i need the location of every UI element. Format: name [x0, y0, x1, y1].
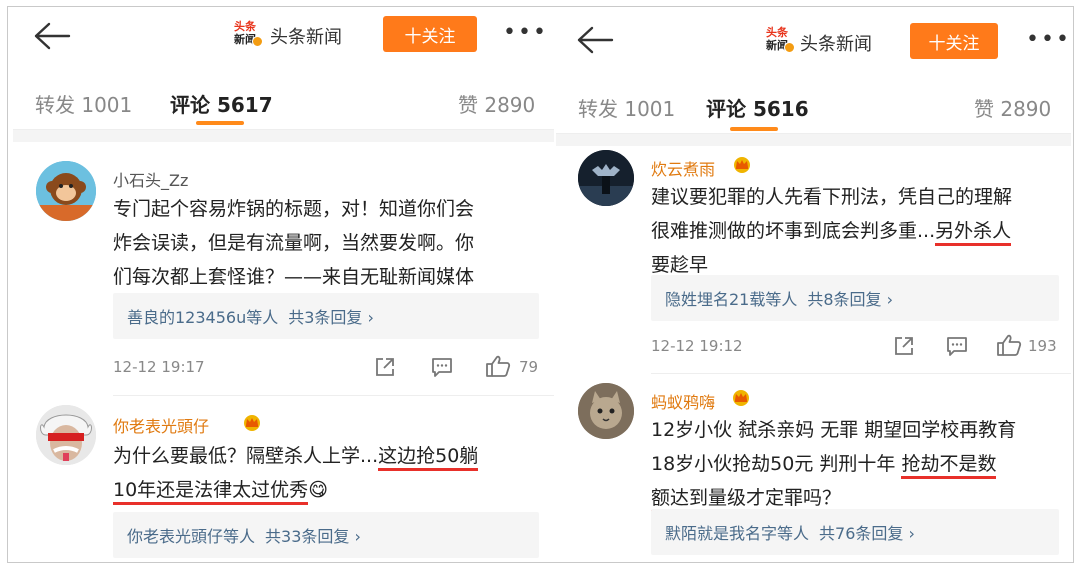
tab-likes[interactable]: 赞 2890 [458, 89, 535, 118]
avatar[interactable] [36, 405, 96, 465]
more-options-icon[interactable]: ••• [503, 20, 548, 45]
reply-users: 善良的123456u等人 [127, 308, 279, 327]
tab-comments[interactable]: 评论 5616 [706, 93, 809, 122]
screenshot-frame: 头条 新闻 头条新闻 十关注 ••• 转发 1001 评论 5617 赞 289… [7, 6, 1074, 563]
section-divider [556, 134, 1071, 146]
avatar[interactable] [578, 150, 634, 206]
highlighted-text: 这边抢50躺 [378, 445, 479, 471]
like-icon[interactable] [996, 333, 1022, 357]
tab-likes[interactable]: 赞 2890 [974, 93, 1051, 122]
avatar[interactable] [578, 383, 634, 439]
comment-time: 12-12 19:17 [113, 358, 205, 376]
reply-summary[interactable]: 善良的123456u等人 共3条回复 › [113, 293, 539, 339]
left-screen: 头条 新闻 头条新闻 十关注 ••• 转发 1001 评论 5617 赞 289… [13, 7, 554, 562]
comment-line-plain: 很难推测做的坏事到底会判多重... [651, 220, 936, 242]
highlighted-text: 抢劫不是数 [901, 453, 997, 479]
comment-username[interactable]: 炊云煮雨 [651, 156, 715, 180]
comment-divider [113, 395, 554, 396]
comment-line: 们每次都上套怪谁？——来自无耻新闻媒体 [113, 266, 475, 288]
reply-count: 共33条回复 › [265, 527, 361, 546]
comment-line: 12岁小伙 弑杀亲妈 无罪 期望回学校再教育 [651, 419, 1017, 441]
tab-comments[interactable]: 评论 5617 [170, 89, 273, 118]
comment-username[interactable]: 你老表光頭仔 [113, 413, 209, 437]
logo-text-top: 头条 [766, 26, 788, 39]
reply-count: 共8条回复 › [807, 290, 894, 309]
follow-button[interactable]: 十关注 [910, 23, 998, 59]
highlighted-text: 另外杀人 [935, 220, 1012, 246]
highlighted-text: 10年还是法律太过优秀 [113, 479, 309, 505]
comment-username[interactable]: 蚂蚁鸦嗨 [651, 389, 715, 413]
comment-text: 专门起个容易炸锅的标题，对！知道你们会 炸会误读，但是有流量啊，当然要发啊。你 … [113, 192, 474, 294]
reply-icon[interactable] [430, 355, 454, 379]
section-divider [13, 130, 554, 142]
reply-summary[interactable]: 隐姓埋名21载等人 共8条回复 › [651, 275, 1059, 321]
reply-summary[interactable]: 默陌就是我名字等人 共76条回复 › [651, 509, 1059, 555]
back-arrow-icon[interactable] [574, 25, 614, 55]
comment-text: 为什么要最低？隔壁杀人上学...这边抢50躺 10年还是法律太过优秀😋 [113, 439, 479, 507]
reply-users: 你老表光頭仔等人 [127, 527, 256, 546]
einstein-avatar-icon [36, 405, 96, 465]
comment-line: 很难推测做的坏事到底会判多重...另外杀人 [651, 214, 1012, 248]
like-icon[interactable] [485, 354, 511, 378]
active-tab-indicator [730, 127, 778, 131]
tab-forward[interactable]: 转发 1001 [578, 93, 675, 122]
batman-avatar-icon [578, 150, 634, 206]
vip-crown-icon [241, 413, 263, 431]
monkey-avatar-icon [36, 161, 96, 221]
comment-time: 12-12 19:12 [651, 337, 743, 355]
reply-users: 隐姓埋名21载等人 [665, 290, 798, 309]
vip-crown-icon [730, 388, 752, 406]
comment-line: 10年还是法律太过优秀😋 [113, 473, 478, 507]
comment-tabs: 转发 1001 评论 5617 赞 2890 [13, 73, 554, 130]
like-count: 79 [519, 358, 539, 376]
verified-badge-icon [784, 42, 795, 53]
cat-avatar-icon [578, 383, 634, 439]
active-tab-indicator [196, 121, 244, 125]
right-screen: 头条 新闻 头条新闻 十关注 ••• 转发 1001 评论 5616 赞 289… [556, 7, 1071, 562]
toutiao-logo: 头条 新闻 [231, 19, 263, 47]
reply-count: 共3条回复 › [288, 308, 374, 327]
comment-divider [651, 373, 1071, 374]
follow-button[interactable]: 十关注 [383, 16, 477, 52]
tab-forward[interactable]: 转发 1001 [35, 89, 132, 118]
comment-text: 建议要犯罪的人先看下刑法，凭自己的理解 很难推测做的坏事到底会判多重...另外杀… [651, 180, 1012, 282]
reply-count: 共76条回复 › [819, 524, 915, 543]
share-icon[interactable] [892, 334, 916, 358]
comment-text: 12岁小伙 弑杀亲妈 无罪 期望回学校再教育 18岁小伙抢劫50元 判刑十年 抢… [651, 413, 1016, 515]
top-bar: 头条 新闻 头条新闻 十关注 ••• [13, 7, 554, 67]
comment-tabs: 转发 1001 评论 5616 赞 2890 [556, 77, 1071, 134]
comment-line: 为什么要最低？隔壁杀人上学...这边抢50躺 [113, 439, 479, 473]
site-name: 头条新闻 [270, 27, 342, 48]
comment-line: 建议要犯罪的人先看下刑法，凭自己的理解 [651, 186, 1013, 208]
more-options-icon[interactable]: ••• [1026, 27, 1071, 52]
comment-line-plain: 18岁小伙抢劫50元 判刑十年 [651, 453, 902, 475]
comment-line: 18岁小伙抢劫50元 判刑十年 抢劫不是数 [651, 447, 1016, 481]
comment-username[interactable]: 小石头_Zz [113, 167, 188, 191]
emoji: 😋 [308, 479, 328, 501]
reply-users: 默陌就是我名字等人 [665, 524, 810, 543]
comment-line: 专门起个容易炸锅的标题，对！知道你们会 [113, 198, 475, 220]
reply-summary[interactable]: 你老表光頭仔等人 共33条回复 › [113, 512, 539, 558]
reply-icon[interactable] [945, 334, 969, 358]
avatar[interactable] [36, 161, 96, 221]
logo-text-top: 头条 [234, 20, 256, 33]
toutiao-logo: 头条 新闻 [763, 25, 795, 53]
site-name: 头条新闻 [800, 34, 872, 55]
comment-line: 炸会误读，但是有流量啊，当然要发啊。你 [113, 232, 475, 254]
back-arrow-icon[interactable] [31, 21, 71, 51]
verified-badge-icon [252, 36, 263, 47]
share-icon[interactable] [373, 355, 397, 379]
comment-line-plain: 为什么要最低？隔壁杀人上学... [113, 445, 379, 467]
like-count: 193 [1028, 337, 1057, 355]
top-bar: 头条 新闻 头条新闻 十关注 ••• [556, 7, 1071, 67]
vip-crown-icon [731, 155, 753, 173]
